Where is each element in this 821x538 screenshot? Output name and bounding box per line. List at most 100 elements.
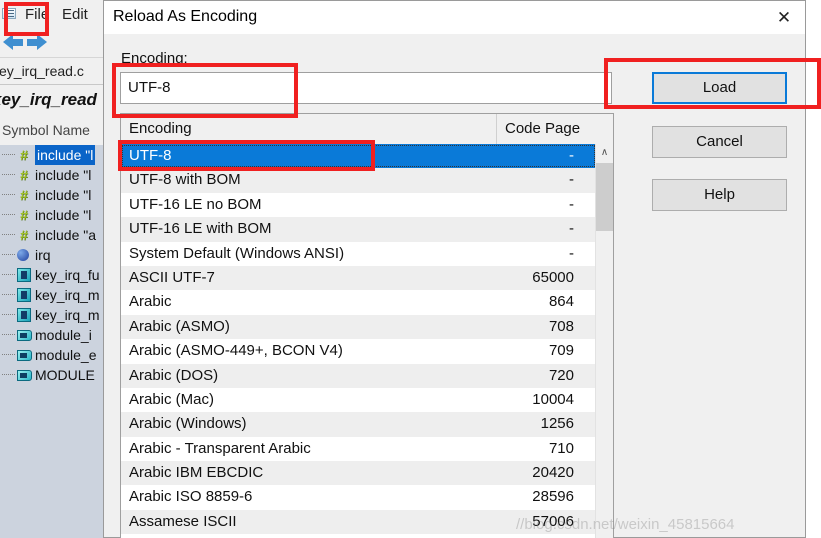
tree-item[interactable]: # include "l xyxy=(0,185,104,205)
symbol-tree[interactable]: # include "l # include "l # include "l #… xyxy=(0,145,104,538)
list-scrollbar[interactable]: ∧ xyxy=(595,144,613,538)
tree-item[interactable]: MODULE xyxy=(0,365,104,385)
hash-icon: # xyxy=(20,187,28,203)
encoding-list[interactable]: Encoding Code Page UTF-8 - UTF-8 with BO… xyxy=(120,113,614,538)
column-header-encoding[interactable]: Encoding xyxy=(121,114,497,144)
close-icon[interactable]: ✕ xyxy=(771,7,797,29)
tree-connector xyxy=(2,334,16,335)
list-row[interactable]: ASCII UTF-7 65000 xyxy=(121,265,596,291)
tree-item[interactable]: # include "l xyxy=(0,165,104,185)
list-row[interactable]: Arabic IBM EBCDIC 20420 xyxy=(121,461,596,486)
list-row[interactable]: Arabic (DOS) 720 xyxy=(121,363,596,388)
tree-item[interactable]: module_i xyxy=(0,325,104,345)
column-header-code-page[interactable]: Code Page xyxy=(497,114,613,144)
list-row[interactable]: Assamese ISCII 57006 xyxy=(121,509,596,535)
file-title: key_irq_read xyxy=(0,85,104,115)
tree-item[interactable]: # include "l xyxy=(0,145,104,165)
navigate-back-button[interactable] xyxy=(3,34,24,51)
list-row[interactable]: Baltic (DOS) 775 xyxy=(121,534,596,538)
list-row[interactable]: System Default (Windows ANSI) - xyxy=(121,242,596,266)
symbol-name-column-header[interactable]: Symbol Name xyxy=(0,117,104,143)
hash-icon: # xyxy=(20,207,28,223)
load-button[interactable]: Load xyxy=(652,72,787,104)
tree-item-label: module_i xyxy=(35,327,92,343)
list-row[interactable]: Arabic (Windows) 1256 xyxy=(121,412,596,437)
list-header: Encoding Code Page xyxy=(121,114,613,145)
menu-item-file[interactable]: File xyxy=(20,4,54,25)
dialog-body: Encoding: UTF-8 Encoding Code Page UTF-8… xyxy=(104,34,805,538)
list-row[interactable]: Arabic 864 xyxy=(121,290,596,314)
tree-connector xyxy=(2,214,16,215)
list-row[interactable]: UTF-8 - xyxy=(121,144,596,169)
tree-connector xyxy=(2,274,16,275)
list-row[interactable]: UTF-16 LE with BOM - xyxy=(121,217,596,242)
row-code-page: 775 xyxy=(549,534,574,538)
row-encoding-name: Assamese ISCII xyxy=(129,512,237,530)
tree-item-label: irq xyxy=(35,247,51,263)
row-code-page: 28596 xyxy=(532,488,574,506)
row-code-page: - xyxy=(569,195,574,213)
row-code-page: 20420 xyxy=(532,464,574,482)
tree-item-label: include "l xyxy=(35,187,92,203)
editor-tab-key-irq-read[interactable]: key_irq_read.c xyxy=(0,58,104,85)
hash-icon: # xyxy=(20,147,28,163)
dialog-title-bar: Reload As Encoding ✕ xyxy=(104,1,805,34)
list-row[interactable]: Arabic - Transparent Arabic 710 xyxy=(121,437,596,461)
tree-item-label: include "l xyxy=(35,167,92,183)
variable-icon xyxy=(17,268,31,282)
tree-item-label: key_irq_fu xyxy=(35,267,100,283)
row-code-page: - xyxy=(569,244,574,262)
list-row[interactable]: UTF-8 with BOM - xyxy=(121,168,596,193)
ide-far-right-blank xyxy=(806,0,821,538)
row-encoding-name: Arabic ISO 8859-6 xyxy=(129,488,253,506)
row-code-page: 1256 xyxy=(540,415,574,433)
tree-item[interactable]: key_irq_m xyxy=(0,305,104,325)
variable-icon xyxy=(17,308,31,322)
tree-item[interactable]: # include "a xyxy=(0,225,104,245)
row-code-page: 10004 xyxy=(532,390,574,408)
navigate-forward-button[interactable] xyxy=(26,34,47,51)
menu-item-edit[interactable]: Edit xyxy=(57,4,93,25)
row-code-page: - xyxy=(569,220,574,238)
row-encoding-name: UTF-8 with BOM xyxy=(129,171,241,189)
list-row[interactable]: UTF-16 LE no BOM - xyxy=(121,193,596,217)
row-encoding-name: Arabic xyxy=(129,293,172,311)
row-encoding-name: Arabic (Mac) xyxy=(129,390,215,408)
hash-icon: # xyxy=(20,227,28,243)
tree-item-label: include "l xyxy=(35,145,96,165)
row-encoding-name: UTF-16 LE no BOM xyxy=(129,195,262,213)
globe-icon xyxy=(17,249,29,261)
tree-connector xyxy=(2,254,16,255)
encoding-input[interactable]: UTF-8 xyxy=(120,72,612,104)
cancel-button[interactable]: Cancel xyxy=(652,126,787,158)
list-row[interactable]: Arabic (ASMO-449+, BCON V4) 709 xyxy=(121,339,596,363)
row-encoding-name: ASCII UTF-7 xyxy=(129,268,215,286)
tree-item[interactable]: # include "l xyxy=(0,205,104,225)
scroll-up-icon[interactable]: ∧ xyxy=(596,144,613,161)
row-code-page: - xyxy=(569,147,574,164)
tree-item[interactable]: key_irq_m xyxy=(0,285,104,305)
dialog-title: Reload As Encoding xyxy=(113,8,258,25)
row-code-page: 720 xyxy=(548,366,574,384)
row-encoding-name: System Default (Windows ANSI) xyxy=(129,244,345,262)
tree-connector xyxy=(2,154,16,155)
list-body[interactable]: UTF-8 - UTF-8 with BOM - UTF-16 LE no BO… xyxy=(121,144,596,538)
help-button[interactable]: Help xyxy=(652,179,787,211)
list-row[interactable]: Arabic ISO 8859-6 28596 xyxy=(121,485,596,509)
tree-item-label: MODULE xyxy=(35,367,95,383)
row-code-page: 709 xyxy=(548,342,574,360)
list-row[interactable]: Arabic (ASMO) 708 xyxy=(121,314,596,340)
ide-toolbar: + xyxy=(0,30,104,80)
tree-item[interactable]: irq xyxy=(0,245,104,265)
tree-item[interactable]: key_irq_fu xyxy=(0,265,104,285)
list-row[interactable]: Arabic (Mac) 10004 xyxy=(121,388,596,412)
macro-icon xyxy=(17,330,32,341)
scrollbar-thumb[interactable] xyxy=(596,163,613,231)
row-encoding-name: Arabic (ASMO-449+, BCON V4) xyxy=(129,342,343,360)
app-icon xyxy=(2,8,16,19)
row-encoding-name: Baltic (DOS) xyxy=(129,534,212,538)
tree-item[interactable]: module_e xyxy=(0,345,104,365)
tree-connector xyxy=(2,194,16,195)
row-encoding-name: Arabic IBM EBCDIC xyxy=(129,464,264,482)
screenshot-root: File Edit + key_irq_read.c key_irq_read … xyxy=(0,0,821,538)
